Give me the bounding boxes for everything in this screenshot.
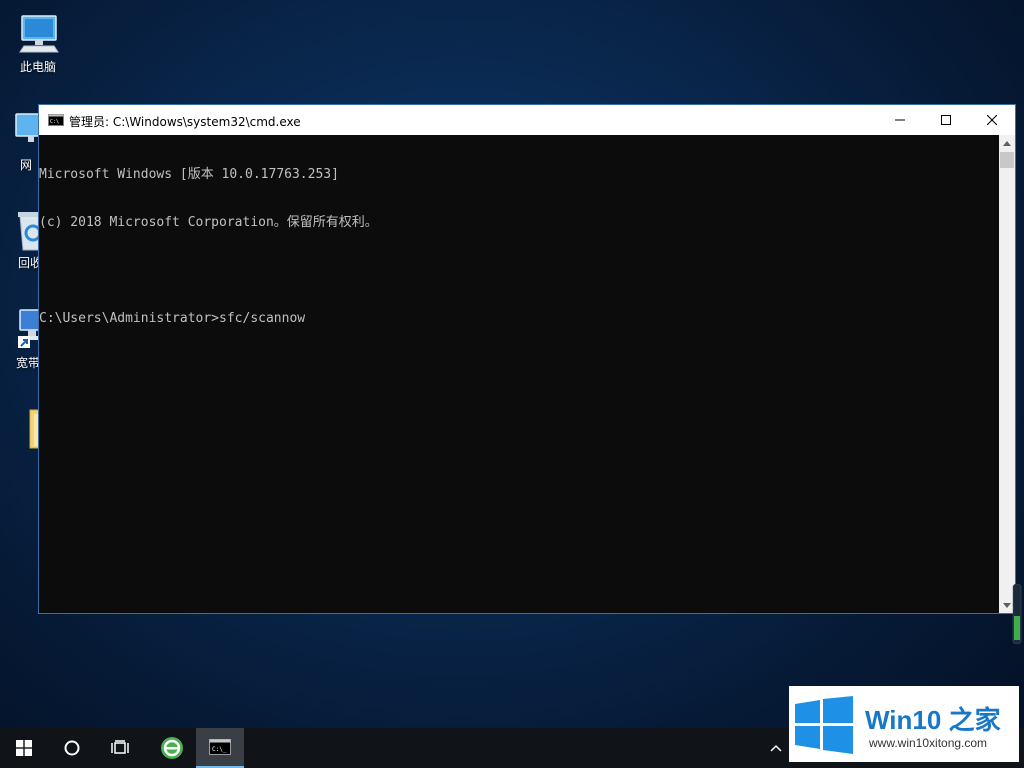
watermark-url: www.win10xitong.com xyxy=(869,736,988,750)
cmd-window[interactable]: C:\ 管理员: C:\Windows\system32\cmd.exe Mic… xyxy=(38,104,1016,614)
cmd-icon: C:\ xyxy=(48,114,64,126)
chevron-up-icon xyxy=(770,744,782,752)
computer-icon xyxy=(19,15,59,53)
scroll-up-button[interactable] xyxy=(999,135,1015,151)
svg-text:C:\_: C:\_ xyxy=(212,746,227,753)
desktop: 此电脑 网 回收 宽带 C:\ 管理员: C:\Windows\system32… xyxy=(0,0,1024,768)
scrollbar-thumb[interactable] xyxy=(1000,152,1014,168)
window-title: 管理员: C:\Windows\system32\cmd.exe xyxy=(69,115,301,129)
task-view-button[interactable] xyxy=(96,728,144,768)
browser-icon xyxy=(161,737,183,759)
watermark: Win10 之家 www.win10xitong.com xyxy=(789,686,1019,762)
desktop-icon-label: 此电脑 xyxy=(19,60,56,74)
watermark-brand-prefix: Win10 xyxy=(865,705,942,735)
console-line: Microsoft Windows [版本 10.0.17763.253] xyxy=(39,167,339,182)
title-bar[interactable]: C:\ 管理员: C:\Windows\system32\cmd.exe xyxy=(39,105,1015,135)
svg-text:C:\: C:\ xyxy=(50,119,59,125)
console-output[interactable]: Microsoft Windows [版本 10.0.17763.253] (c… xyxy=(39,135,999,613)
windows-start-icon xyxy=(16,740,32,756)
watermark-brand: Win10 之家 xyxy=(865,700,1001,737)
cortana-button[interactable] xyxy=(48,728,96,768)
cmd-taskbar-icon: C:\_ xyxy=(209,739,231,755)
minimize-icon xyxy=(895,119,905,121)
console-prompt-line: C:\Users\Administrator>sfc/scannow xyxy=(39,311,306,326)
maximize-button[interactable] xyxy=(923,105,969,135)
browser-taskbar-button[interactable] xyxy=(148,728,196,768)
cmd-taskbar-button[interactable]: C:\_ xyxy=(196,728,244,768)
desktop-icon-this-pc[interactable]: 此电脑 xyxy=(0,10,76,74)
cortana-circle-icon xyxy=(64,740,80,756)
scroll-down-arrow-icon xyxy=(1003,602,1011,608)
start-button[interactable] xyxy=(0,728,48,768)
watermark-brand-suffix: 之家 xyxy=(941,705,1001,735)
task-view-icon xyxy=(111,740,129,754)
close-button[interactable] xyxy=(969,105,1015,135)
vertical-scrollbar[interactable] xyxy=(999,135,1015,613)
close-icon xyxy=(987,115,997,125)
console-line: (c) 2018 Microsoft Corporation。保留所有权利。 xyxy=(39,215,378,230)
win10-logo-icon xyxy=(795,696,853,754)
desktop-edge-scrollbar[interactable] xyxy=(1012,584,1022,644)
maximize-icon xyxy=(941,115,951,125)
show-hidden-icons-button[interactable] xyxy=(764,738,788,758)
scroll-up-arrow-icon xyxy=(1003,140,1011,146)
minimize-button[interactable] xyxy=(877,105,923,135)
